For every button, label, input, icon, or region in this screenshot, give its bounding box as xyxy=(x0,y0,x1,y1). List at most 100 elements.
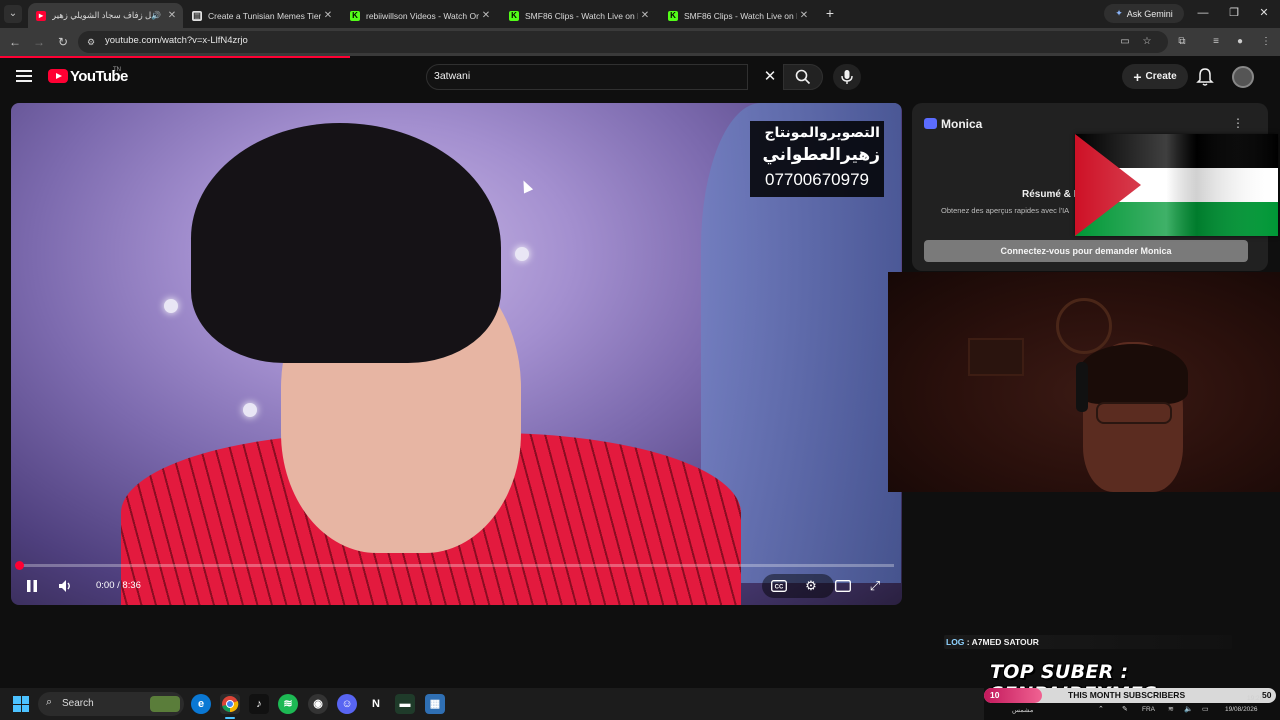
more-options-icon[interactable]: ⋮ xyxy=(1232,116,1244,130)
tab-tier-list[interactable]: ▤ Create a Tunisian Memes Tier L ✕ xyxy=(184,3,339,28)
ask-gemini-button[interactable]: ✦ Ask Gemini xyxy=(1104,4,1184,23)
microphone-icon xyxy=(841,70,853,84)
profile-avatar-icon[interactable]: ● xyxy=(1232,34,1248,50)
terminal-app-icon[interactable]: ▬ xyxy=(395,694,415,714)
taskbar-search-box[interactable]: ⌕ Search xyxy=(38,692,184,716)
volume-icon[interactable] xyxy=(55,576,75,596)
search-highlight-image xyxy=(150,696,180,712)
notifications-bell-icon[interactable] xyxy=(1194,66,1216,88)
windows-start-icon[interactable] xyxy=(13,696,29,712)
tab-title: SMF86 Clips - Watch Live on Ki xyxy=(684,10,797,21)
palestine-flag-image xyxy=(1075,134,1278,236)
search-query[interactable]: 3atwani xyxy=(434,70,470,82)
youtube-country-code: TN xyxy=(113,67,121,73)
search-button[interactable] xyxy=(783,64,823,90)
tab-kick-rebiiwillson[interactable]: K rebiiwillson Videos - Watch On ✕ xyxy=(342,3,497,28)
tab-kick-smf86-1[interactable]: K SMF86 Clips - Watch Live on Ki ✕ xyxy=(501,3,656,28)
watermark-phone: 07700670979 xyxy=(764,170,869,189)
photos-app-icon[interactable]: ▦ xyxy=(425,694,445,714)
streamer-hair xyxy=(1078,344,1188,404)
search-icon: ⌕ xyxy=(46,696,53,708)
video-time-display: 0:00 / 8:36 xyxy=(96,580,141,591)
youtube-logo-icon[interactable] xyxy=(48,69,68,83)
active-app-indicator xyxy=(225,717,235,719)
wall-clock xyxy=(1056,298,1112,354)
monica-description: Obtenez des aperçus rapides avec l'IA xyxy=(941,206,1070,215)
guide-menu-icon[interactable] xyxy=(16,70,32,82)
tiktok-icon[interactable]: ♪ xyxy=(249,694,269,714)
event-log-text: LOG : A7MED SATOUR xyxy=(946,637,1039,647)
video-frame-hair xyxy=(191,123,501,363)
search-input[interactable] xyxy=(426,64,748,90)
theater-mode-icon[interactable] xyxy=(833,576,853,596)
log-message: : A7MED SATOUR xyxy=(966,637,1039,647)
taskbar-search-label: Search xyxy=(62,698,94,709)
log-prefix: LOG xyxy=(946,637,965,647)
close-window-icon[interactable]: ✕ xyxy=(1254,5,1274,21)
close-tab-icon[interactable]: ✕ xyxy=(479,10,493,21)
video-progress-bar[interactable] xyxy=(18,564,894,567)
url-text[interactable]: youtube.com/watch?v=x-LlfN4zrjo xyxy=(105,35,248,46)
tab-youtube-wedding[interactable]: ▸ حفل زفاف سجاد الشويلي زهير 🔊 ✕ xyxy=(28,3,183,28)
extensions-icon[interactable]: ⧉ xyxy=(1174,34,1190,50)
settings-gear-icon[interactable]: ⚙ xyxy=(801,576,821,596)
weather-text[interactable]: مشمس xyxy=(1012,706,1033,714)
ask-gemini-label: Ask Gemini xyxy=(1126,8,1173,19)
subscriber-current-count: 10 xyxy=(990,690,1000,700)
wifi-icon[interactable]: ≋ xyxy=(1168,705,1174,713)
create-button[interactable]: + Create xyxy=(1122,64,1188,89)
minimize-window-icon[interactable]: — xyxy=(1193,5,1213,21)
close-tab-icon[interactable]: ✕ xyxy=(638,10,652,21)
sofa-button xyxy=(164,299,178,313)
pen-icon[interactable]: ✎ xyxy=(1122,705,1128,713)
back-arrow-icon[interactable]: ← xyxy=(6,33,24,51)
chrome-browser-icon[interactable] xyxy=(220,694,240,714)
bookmark-star-icon[interactable]: ☆ xyxy=(1140,35,1154,49)
search-icon xyxy=(795,69,811,85)
fullscreen-icon[interactable]: ⤢ xyxy=(865,576,885,596)
account-avatar[interactable] xyxy=(1232,66,1254,88)
monica-title: Monica xyxy=(941,117,983,131)
close-tab-icon[interactable]: ✕ xyxy=(321,10,335,21)
speaker-icon[interactable]: 🔈 xyxy=(1184,705,1193,713)
discord-icon[interactable]: ☺ xyxy=(337,694,357,714)
obs-studio-icon[interactable]: ◉ xyxy=(308,694,328,714)
keyboard-language[interactable]: FRA xyxy=(1142,706,1155,713)
voice-search-button[interactable] xyxy=(833,64,861,90)
sofa-button xyxy=(515,247,529,261)
reload-icon[interactable]: ↻ xyxy=(54,33,72,51)
tab-title: rebiiwillson Videos - Watch On xyxy=(366,10,479,21)
progress-scrubber-handle[interactable] xyxy=(15,561,24,570)
browser-menu-icon[interactable]: ⋮ xyxy=(1258,34,1274,50)
tab-search-button[interactable]: ⌄ xyxy=(4,5,22,23)
address-bar[interactable]: ⚙ youtube.com/watch?v=x-LlfN4zrjo ▭ ☆ xyxy=(78,31,1168,53)
spotify-icon[interactable]: ≋ xyxy=(278,694,298,714)
pause-icon[interactable] xyxy=(22,576,42,596)
clock-date[interactable]: 19/08/2026 xyxy=(1225,706,1258,713)
kick-favicon-icon: K xyxy=(668,10,678,21)
video-player[interactable]: التصويروالمونتاج زهيرالعطواني 0770067097… xyxy=(11,103,902,605)
notion-like-app-icon[interactable]: N xyxy=(366,694,386,714)
speaker-icon[interactable]: 🔊 xyxy=(151,11,161,20)
tray-overflow-icon[interactable]: ⌃ xyxy=(1098,705,1104,713)
create-label: Create xyxy=(1145,71,1177,82)
captions-icon[interactable]: CC xyxy=(769,576,789,596)
cast-icon[interactable]: ▭ xyxy=(1118,35,1132,49)
close-tab-icon[interactable]: ✕ xyxy=(165,10,179,21)
tab-title: SMF86 Clips - Watch Live on Ki xyxy=(525,10,638,21)
subscriber-goal-target: 50 xyxy=(1262,690,1272,700)
monica-login-button[interactable]: Connectez-vous pour demander Monica xyxy=(924,240,1248,262)
battery-icon[interactable]: ▭ xyxy=(1202,705,1209,713)
forward-arrow-icon[interactable]: → xyxy=(30,33,48,51)
clear-search-icon[interactable]: ✕ xyxy=(760,67,780,87)
tab-kick-smf86-2[interactable]: K SMF86 Clips - Watch Live on Ki ✕ xyxy=(660,3,815,28)
edge-browser-icon[interactable]: e xyxy=(191,694,211,714)
restore-window-icon[interactable]: ❐ xyxy=(1224,5,1244,21)
kick-favicon-icon: K xyxy=(350,10,360,21)
monica-summary-heading: Résumé & I xyxy=(1022,189,1077,200)
reading-list-icon[interactable]: ≡ xyxy=(1208,34,1224,50)
close-tab-icon[interactable]: ✕ xyxy=(797,10,811,21)
clock-time[interactable]: 19:26 xyxy=(1247,695,1263,702)
new-tab-icon[interactable]: + xyxy=(822,5,838,21)
site-info-icon[interactable]: ⚙ xyxy=(84,35,98,49)
